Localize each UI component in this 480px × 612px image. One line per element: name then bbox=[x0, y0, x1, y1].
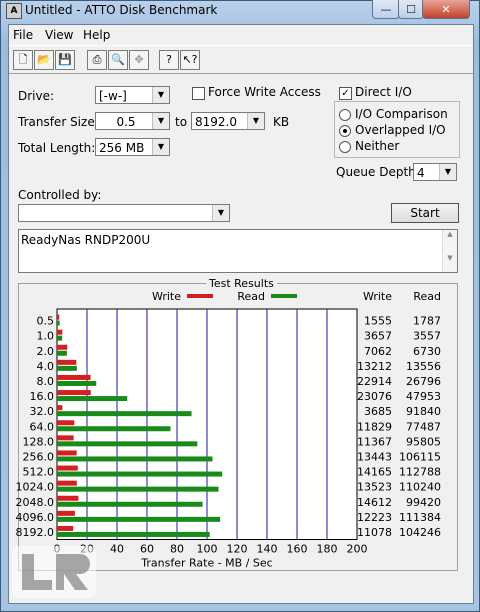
read-column-header: Read bbox=[413, 290, 441, 303]
read-bar bbox=[57, 350, 67, 356]
legend-read-label: Read bbox=[237, 290, 265, 303]
write-bar bbox=[57, 374, 91, 380]
x-tick-label: 100 bbox=[197, 543, 218, 556]
write-value: 7062 bbox=[364, 345, 392, 358]
write-bar bbox=[57, 359, 77, 365]
write-value: 13523 bbox=[357, 481, 392, 494]
category-label: 2048.0 bbox=[16, 496, 55, 509]
write-bar bbox=[57, 495, 79, 501]
read-bar bbox=[57, 426, 171, 432]
category-label: 8192.0 bbox=[16, 526, 55, 539]
category-label: 256.0 bbox=[23, 450, 55, 463]
x-axis-label: Transfer Rate - MB / Sec bbox=[140, 557, 272, 570]
x-tick-label: 160 bbox=[287, 543, 308, 556]
read-bar bbox=[57, 456, 213, 462]
minimize-button[interactable]: — bbox=[372, 0, 400, 19]
read-bar bbox=[57, 486, 219, 492]
write-value: 11078 bbox=[357, 526, 392, 539]
write-value: 12223 bbox=[357, 511, 392, 524]
write-bar bbox=[57, 344, 68, 350]
category-label: 512.0 bbox=[23, 466, 55, 479]
read-value: 95805 bbox=[406, 435, 441, 448]
read-value: 1787 bbox=[413, 315, 441, 328]
read-bar bbox=[57, 335, 63, 341]
read-bar bbox=[57, 396, 128, 402]
x-tick-label: 40 bbox=[110, 543, 124, 556]
category-label: 16.0 bbox=[30, 390, 55, 403]
legend-write-swatch bbox=[187, 294, 213, 298]
write-bar bbox=[57, 465, 78, 471]
read-bar bbox=[57, 320, 60, 326]
legit-reviews-logo bbox=[12, 546, 96, 598]
write-bar bbox=[57, 450, 77, 456]
x-tick-label: 140 bbox=[257, 543, 278, 556]
read-value: 91840 bbox=[406, 405, 441, 418]
read-bar bbox=[57, 516, 221, 522]
x-tick-label: 180 bbox=[317, 543, 338, 556]
window-title: Untitled - ATTO Disk Benchmark bbox=[25, 3, 218, 17]
write-value: 3657 bbox=[364, 330, 392, 343]
read-value: 77487 bbox=[406, 420, 441, 433]
legend-write-label: Write bbox=[152, 290, 181, 303]
read-bar bbox=[57, 365, 77, 371]
write-column-header: Write bbox=[363, 290, 392, 303]
read-value: 110240 bbox=[399, 481, 441, 494]
write-bar bbox=[57, 405, 63, 411]
write-value: 22914 bbox=[357, 375, 392, 388]
read-value: 26796 bbox=[406, 375, 441, 388]
read-value: 3557 bbox=[413, 330, 441, 343]
category-label: 32.0 bbox=[30, 405, 55, 418]
write-bar bbox=[57, 510, 75, 516]
x-tick-label: 200 bbox=[347, 543, 368, 556]
close-button[interactable]: ✕ bbox=[422, 0, 470, 19]
write-value: 23076 bbox=[357, 390, 392, 403]
write-value: 1555 bbox=[364, 315, 392, 328]
legend-read-swatch bbox=[271, 294, 297, 298]
write-bar bbox=[57, 480, 77, 486]
write-bar bbox=[57, 314, 60, 320]
category-label: 1024.0 bbox=[16, 481, 55, 494]
write-value: 13212 bbox=[357, 360, 392, 373]
write-value: 11829 bbox=[357, 420, 392, 433]
client-area: File View Help 🗋 📂 💾 ⎙ 🔍 ✥ ? ↖? Drive: [… bbox=[8, 24, 474, 604]
write-bar bbox=[57, 435, 74, 441]
read-bar bbox=[57, 531, 210, 537]
read-bar bbox=[57, 411, 192, 417]
read-value: 99420 bbox=[406, 496, 441, 509]
write-value: 3685 bbox=[364, 405, 392, 418]
read-value: 112788 bbox=[399, 466, 441, 479]
read-bar bbox=[57, 471, 223, 477]
x-tick-label: 80 bbox=[170, 543, 184, 556]
write-bar bbox=[57, 390, 91, 396]
write-bar bbox=[57, 525, 74, 531]
read-value: 47953 bbox=[406, 390, 441, 403]
category-label: 128.0 bbox=[23, 435, 55, 448]
category-label: 4096.0 bbox=[16, 511, 55, 524]
read-value: 106115 bbox=[399, 450, 441, 463]
write-value: 14165 bbox=[357, 466, 392, 479]
category-label: 0.5 bbox=[37, 315, 55, 328]
category-label: 4.0 bbox=[37, 360, 55, 373]
read-bar bbox=[57, 441, 198, 447]
write-value: 14612 bbox=[357, 496, 392, 509]
read-value: 6730 bbox=[413, 345, 441, 358]
read-value: 104246 bbox=[399, 526, 441, 539]
x-tick-label: 120 bbox=[227, 543, 248, 556]
category-label: 1.0 bbox=[37, 330, 55, 343]
read-value: 13556 bbox=[406, 360, 441, 373]
write-value: 11367 bbox=[357, 435, 392, 448]
read-bar bbox=[57, 501, 203, 507]
maximize-button[interactable]: ☐ bbox=[398, 0, 424, 19]
category-label: 64.0 bbox=[30, 420, 55, 433]
x-tick-label: 60 bbox=[140, 543, 154, 556]
app-icon: A bbox=[6, 3, 22, 19]
chart-svg: 020406080100120140160180200Transfer Rate… bbox=[16, 290, 442, 570]
write-bar bbox=[57, 329, 63, 335]
category-label: 8.0 bbox=[37, 375, 55, 388]
write-bar bbox=[57, 420, 75, 426]
read-value: 111384 bbox=[399, 511, 441, 524]
category-label: 2.0 bbox=[37, 345, 55, 358]
write-value: 13443 bbox=[357, 450, 392, 463]
read-bar bbox=[57, 380, 97, 386]
